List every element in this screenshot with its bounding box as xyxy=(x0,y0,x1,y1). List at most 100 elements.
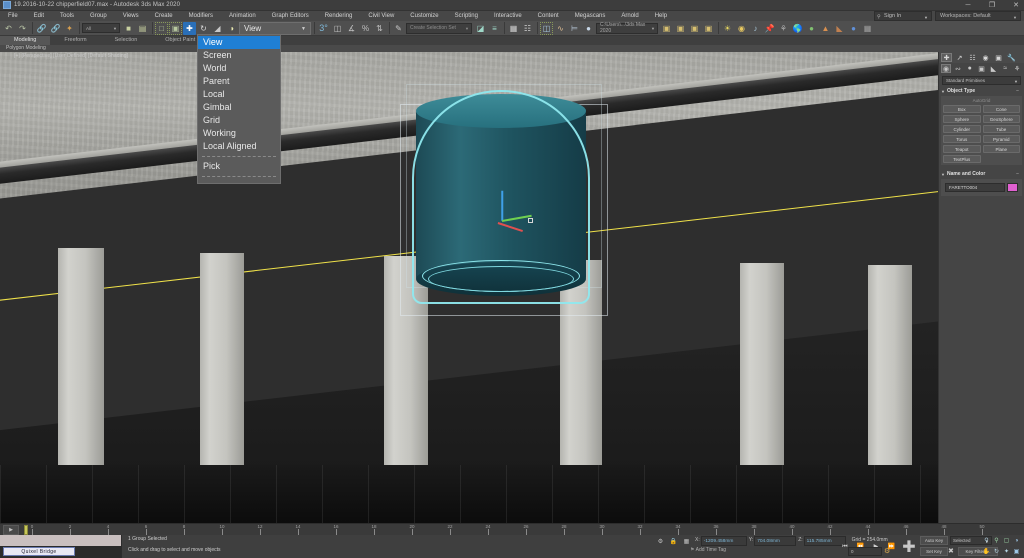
bridge-icon[interactable]: ⚘ xyxy=(777,22,790,35)
material-editor-icon[interactable]: ● xyxy=(582,22,595,35)
dropdown-item-screen[interactable]: Screen xyxy=(198,49,280,62)
globe-icon[interactable]: 🌎 xyxy=(791,22,804,35)
select-and-link-icon[interactable]: 🔗 xyxy=(35,22,48,35)
key-mode-toggle-icon[interactable]: ✚ xyxy=(900,537,918,556)
box-button[interactable]: Box xyxy=(943,105,981,113)
object-type-rollout-header[interactable]: ▼ Object Type − xyxy=(941,87,1022,95)
menu-scripting[interactable]: Scripting xyxy=(447,11,486,21)
menu-megascans[interactable]: Megascans xyxy=(567,11,614,21)
asset-browser-icon[interactable]: ▦ xyxy=(861,22,874,35)
select-by-name-icon[interactable]: ▤ xyxy=(136,22,149,35)
fox-icon[interactable]: ▲ xyxy=(819,22,832,35)
zoom-all-icon[interactable]: ⚲ xyxy=(992,536,1001,545)
render-iterative-icon[interactable]: ▣ xyxy=(702,22,715,35)
create-tab[interactable]: ✚ xyxy=(941,53,952,62)
mirror-icon[interactable]: ◪ xyxy=(474,22,487,35)
lights-category[interactable]: ● xyxy=(965,64,975,73)
tab-modeling[interactable]: Modeling xyxy=(0,36,51,45)
megascans-icon[interactable]: ◣ xyxy=(833,22,846,35)
menu-civil-view[interactable]: Civil View xyxy=(360,11,402,21)
edit-named-selection-sets-icon[interactable]: ✎ xyxy=(392,22,405,35)
field-of-view-icon[interactable]: ◑ xyxy=(1012,536,1021,545)
dropdown-item-parent[interactable]: Parent xyxy=(198,75,280,88)
select-and-place-icon[interactable]: ◑ xyxy=(225,22,238,35)
workspaces-dropdown[interactable]: Workspaces: Default ▼ xyxy=(935,11,1021,21)
cone-button[interactable]: Cone xyxy=(982,105,1020,113)
absolute-mode-transform-type-in-icon[interactable]: ▦ xyxy=(681,536,692,546)
dropdown-item-local-aligned[interactable]: Local Aligned xyxy=(198,140,280,153)
named-selection-set-field[interactable]: Create Selection Set ▼ xyxy=(406,22,472,34)
minimize-button[interactable]: ─ xyxy=(962,0,974,11)
tab-selection[interactable]: Selection xyxy=(101,36,152,45)
dropdown-item-gimbal[interactable]: Gimbal xyxy=(198,101,280,114)
shapes-category[interactable]: ∾ xyxy=(953,64,963,73)
geometry-category[interactable]: ◉ xyxy=(941,64,952,73)
orbit-icon[interactable]: ↻ xyxy=(992,547,1001,556)
move-transform-gizmo[interactable] xyxy=(496,190,542,248)
tab-freeform[interactable]: Freeform xyxy=(50,36,100,45)
coordinate-system-dropdown-menu[interactable]: View Screen World Parent Local Gimbal Gr… xyxy=(197,34,281,184)
daylight-icon[interactable]: ◉ xyxy=(735,22,748,35)
menu-graph-editors[interactable]: Graph Editors xyxy=(264,11,317,21)
plane-button[interactable]: Plane xyxy=(982,145,1020,153)
menu-rendering[interactable]: Rendering xyxy=(317,11,361,21)
track-bar[interactable]: ▶ 0 2 4 6 8 10 12 14 16 18 20 22 24 26 2… xyxy=(0,523,1024,535)
sphere-button[interactable]: Sphere xyxy=(943,115,981,123)
key-filters-toggle-icon[interactable]: ✖ xyxy=(948,547,954,555)
select-object-icon[interactable]: ■ xyxy=(122,22,135,35)
scene-explorer-icon[interactable]: ☷ xyxy=(521,22,534,35)
bind-to-space-warp-icon[interactable]: ✦ xyxy=(63,22,76,35)
select-and-uniform-scale-icon[interactable]: ◢ xyxy=(211,22,224,35)
ribbon-toggle-icon[interactable]: ◫ xyxy=(540,21,553,35)
menu-views[interactable]: Views xyxy=(115,11,147,21)
geosphere-button[interactable]: GeoSphere xyxy=(982,115,1020,123)
set-key-button[interactable]: Set Key xyxy=(920,547,948,556)
menu-create[interactable]: Create xyxy=(147,11,181,21)
render-production-icon[interactable]: ▣ xyxy=(688,22,701,35)
gizmo-xy-plane-handle[interactable] xyxy=(528,218,533,223)
menu-tools[interactable]: Tools xyxy=(52,11,82,21)
rectangular-selection-region-icon[interactable]: □ xyxy=(155,21,168,35)
schematic-view-icon[interactable]: ⊨ xyxy=(568,22,581,35)
modify-tab[interactable]: ↗ xyxy=(954,53,965,62)
menu-file[interactable]: File xyxy=(0,11,26,21)
textplus-button[interactable]: TextPlus xyxy=(943,155,981,163)
autogrid-checkbox-label[interactable]: AutoGrid xyxy=(943,98,1020,103)
y-coordinate-field[interactable]: 704.08mm xyxy=(754,536,797,546)
dropdown-item-pick[interactable]: Pick xyxy=(198,160,280,173)
polygon-modeling-label[interactable]: Polygon Modeling xyxy=(0,45,46,52)
menu-edit[interactable]: Edit xyxy=(26,11,52,21)
dropdown-item-view[interactable]: View xyxy=(198,36,280,49)
primitive-subcategory-dropdown[interactable]: Standard Primitives ▼ xyxy=(942,76,1021,85)
maximize-button[interactable]: ❐ xyxy=(986,0,998,11)
maximize-viewport-icon[interactable]: ▣ xyxy=(1012,547,1021,556)
menu-interactive[interactable]: Interactive xyxy=(486,11,530,21)
cloth-icon[interactable]: ♪ xyxy=(749,22,762,35)
auto-key-button[interactable]: Auto Key xyxy=(920,536,948,545)
layer-explorer-icon[interactable]: ▦ xyxy=(507,22,520,35)
select-and-move-icon[interactable]: ✚ xyxy=(183,21,196,35)
gizmo-z-axis[interactable] xyxy=(501,190,503,221)
renderer-field[interactable]: C:\Users\...\3ds Max 2020 ▼ xyxy=(596,22,658,34)
motion-tab[interactable]: ◉ xyxy=(980,53,991,62)
add-time-tag-button[interactable]: ⚑ Add Time Tag xyxy=(690,547,726,553)
dropdown-item-grid[interactable]: Grid xyxy=(198,114,280,127)
dropdown-item-working[interactable]: Working xyxy=(198,127,280,140)
teapot-button[interactable]: Teapot xyxy=(943,145,981,153)
name-and-color-rollout-header[interactable]: ▼ Name and Color − xyxy=(941,170,1022,178)
menu-customize[interactable]: Customize xyxy=(402,11,446,21)
use-pivot-point-center-icon[interactable]: 3° xyxy=(317,22,330,35)
pin-icon[interactable]: 📌 xyxy=(763,22,776,35)
window-crossing-icon[interactable]: ▣ xyxy=(169,21,182,35)
quixel-bridge-button[interactable]: Quixel Bridge xyxy=(3,547,75,556)
gizmo-x-axis[interactable] xyxy=(497,222,523,232)
walkthrough-icon[interactable]: ✦ xyxy=(1002,547,1011,556)
menu-help[interactable]: Help xyxy=(647,11,675,21)
snaps-toggle-icon[interactable]: ◫ xyxy=(331,22,344,35)
hierarchy-tab[interactable]: ☷ xyxy=(967,53,978,62)
zoom-icon[interactable]: ⚲ xyxy=(982,536,991,545)
rendered-frame-window-icon[interactable]: ▣ xyxy=(674,22,687,35)
display-tab[interactable]: ▣ xyxy=(993,53,1004,62)
render-setup-icon[interactable]: ▣ xyxy=(660,22,673,35)
time-slider-handle[interactable] xyxy=(24,525,28,535)
